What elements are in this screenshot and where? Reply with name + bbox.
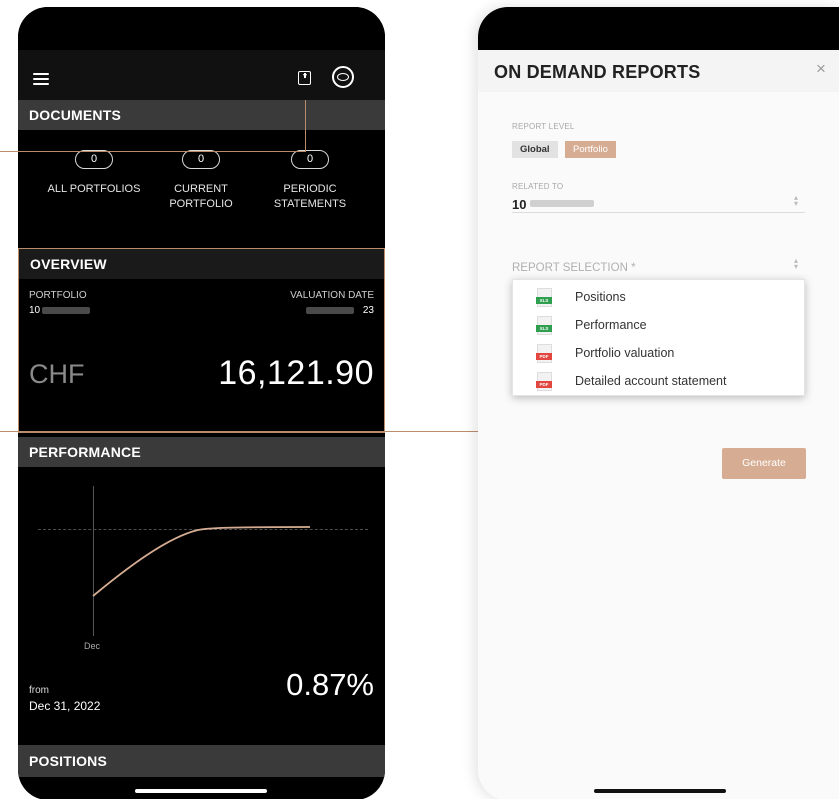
report-level-portfolio[interactable]: Portfolio	[565, 141, 616, 158]
connector-line-documents	[0, 151, 306, 153]
home-indicator	[594, 789, 726, 793]
chart-x-tick: Dec	[84, 641, 101, 651]
related-to-underline	[512, 212, 805, 213]
related-to-redacted	[530, 200, 594, 207]
related-to-value[interactable]: 10	[512, 197, 526, 212]
file-type-tag: PDF	[536, 353, 552, 360]
from-label: from	[29, 685, 49, 696]
related-to-chevron-icon[interactable]: ▴ ▾	[791, 194, 801, 208]
report-selection-dropdown[interactable]: XLS Positions XLS Performance PDF Portfo…	[512, 279, 805, 396]
report-option-performance[interactable]: XLS Performance	[513, 313, 804, 341]
connector-line-download	[305, 100, 307, 152]
report-selection-label[interactable]: REPORT SELECTION *	[512, 262, 636, 274]
report-option-label: Portfolio valuation	[575, 346, 675, 360]
home-indicator	[135, 789, 267, 793]
xls-file-icon: XLS	[536, 316, 552, 335]
related-to-label: RELATED TO	[512, 182, 564, 191]
report-level-label: REPORT LEVEL	[512, 122, 575, 131]
report-option-positions[interactable]: XLS Positions	[513, 285, 804, 313]
report-option-label: Detailed account statement	[575, 374, 727, 388]
performance-line	[92, 526, 311, 597]
report-option-label: Positions	[575, 290, 626, 304]
positions-header: POSITIONS	[18, 745, 385, 777]
status-bar	[478, 7, 839, 50]
modal-title: ON DEMAND REPORTS	[494, 62, 701, 82]
file-type-tag: XLS	[536, 297, 552, 304]
performance-value: 0.87%	[286, 667, 374, 702]
stage: DOCUMENTS 0 ALL PORTFOLIOS 0 CURRENT POR…	[0, 0, 839, 799]
report-selection-chevron-icon[interactable]: ▴ ▾	[791, 257, 801, 271]
required-star: *	[631, 262, 636, 274]
file-type-tag: PDF	[536, 381, 552, 388]
pdf-file-icon: PDF	[536, 372, 552, 391]
xls-file-icon: XLS	[536, 288, 552, 307]
modal-body	[478, 92, 839, 799]
close-icon[interactable]: ×	[816, 59, 826, 79]
pdf-file-icon: PDF	[536, 344, 552, 363]
file-type-tag: XLS	[536, 325, 552, 332]
report-option-label: Performance	[575, 318, 647, 332]
from-date: Dec 31, 2022	[29, 699, 101, 713]
report-option-portfolio-valuation[interactable]: PDF Portfolio valuation	[513, 341, 804, 369]
left-phone-screen: DOCUMENTS 0 ALL PORTFOLIOS 0 CURRENT POR…	[18, 7, 385, 799]
right-phone-screen: ON DEMAND REPORTS × REPORT LEVEL Global …	[478, 7, 839, 799]
report-selection-text: REPORT SELECTION	[512, 262, 628, 274]
report-level-global[interactable]: Global	[512, 141, 558, 158]
report-option-detailed-account-statement[interactable]: PDF Detailed account statement	[513, 369, 804, 397]
generate-button[interactable]: Generate	[722, 448, 806, 479]
